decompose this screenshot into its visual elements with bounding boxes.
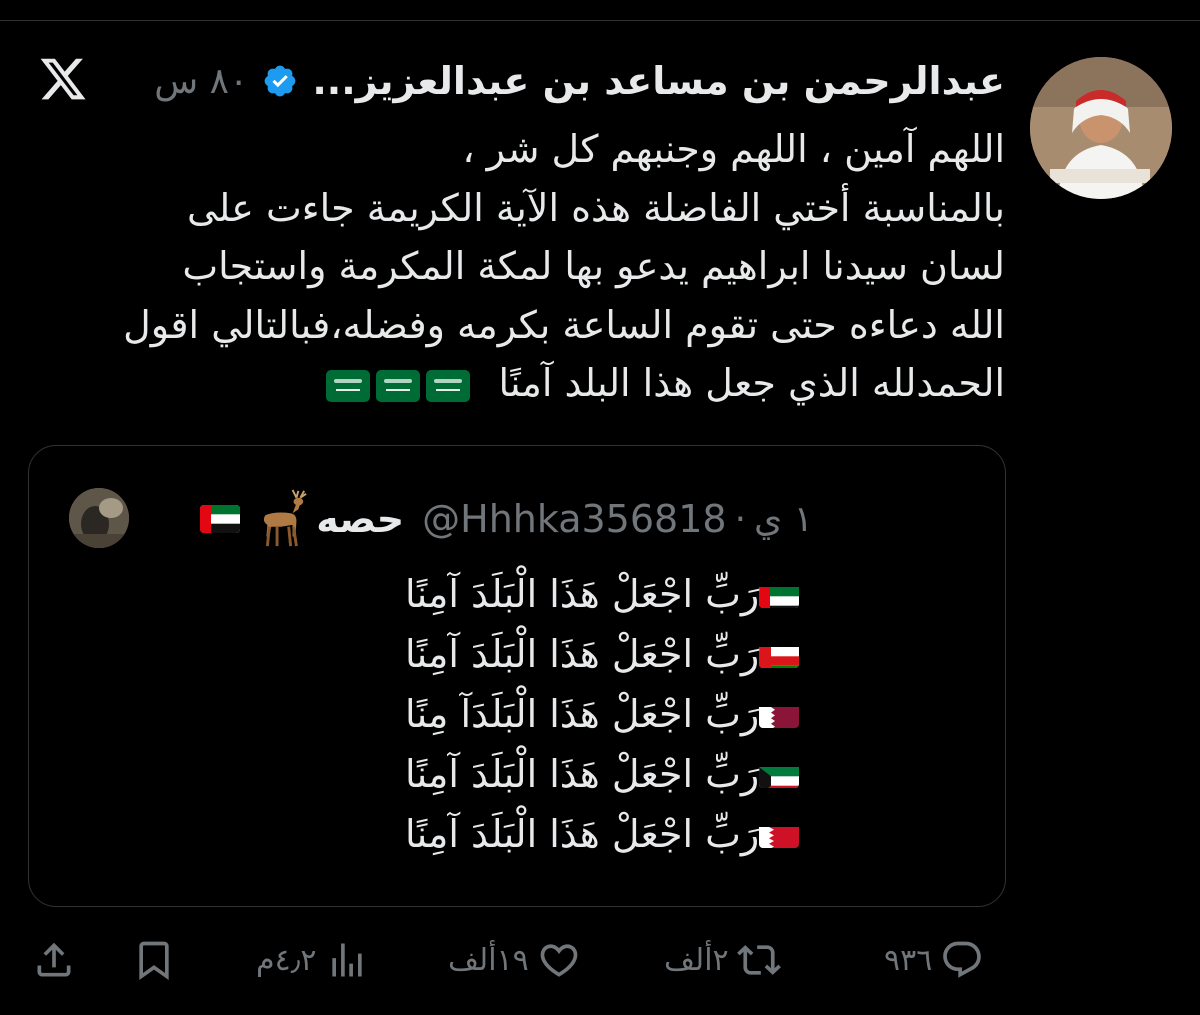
saudi-flags <box>320 361 471 405</box>
like-button[interactable]: ١٩ألف <box>448 930 581 990</box>
quote-line-text: رَبِّ اجْعَلْ هَذَا الْبَلَدَ آمِنًا <box>405 752 760 796</box>
post-header: عبدالرحمن بن مساعد بن عبدالعزيز... ٨٠ س <box>30 50 1005 112</box>
quote-line-text: رَبِّ اجْعَلْ هَذَا الْبَلَدَ آمِنًا <box>405 812 760 856</box>
uae-flag-icon <box>200 505 241 533</box>
post-text: اللهم آمين ، اللهم وجنبهم كل شر ، بالمنا… <box>30 120 1005 413</box>
x-logo-icon[interactable] <box>38 54 88 104</box>
reply-button[interactable]: ٩٣٦ <box>884 930 984 990</box>
author-name[interactable]: عبدالرحمن بن مساعد بن عبدالعزيز... <box>312 59 1005 103</box>
oman-flag-icon <box>759 640 800 668</box>
repost-icon <box>736 945 781 975</box>
quote-name[interactable]: حصه <box>316 497 404 541</box>
quote-line-text: رَبِّ اجْعَلْ هَذَا الْبَلَدَ آمِنًا <box>405 572 760 616</box>
reply-count: ٩٣٦ <box>884 942 933 978</box>
reply-icon <box>943 941 982 978</box>
post-line-last: الحمدلله الذي جعل هذا البلد آمنًا <box>30 354 1005 413</box>
views-icon <box>331 943 362 977</box>
post-line: لسان سيدنا ابراهيم يدعو بها لمكة المكرمة… <box>182 244 1005 288</box>
quoted-post[interactable]: ١ ي · @Hhhka356818 حصه رَبِّ اجْعَلْ هَذ… <box>28 445 1006 907</box>
bookmark-button[interactable] <box>132 930 176 990</box>
deer-icon <box>264 489 307 547</box>
share-icon <box>37 942 71 977</box>
saudi-flag-icon <box>376 369 421 402</box>
post-line: الحمدلله الذي جعل هذا البلد آمنًا <box>498 361 1005 405</box>
repost-count: ٢ألف <box>664 942 729 978</box>
bookmark-icon <box>139 941 169 981</box>
views-count: ٤٫٢م <box>256 942 317 978</box>
author-avatar[interactable] <box>1030 57 1172 199</box>
like-icon <box>540 944 578 977</box>
quote-line: رَبِّ اجْعَلْ هَذَا الْبَلَدَ آمِنًا <box>405 804 965 864</box>
uae-flag-icon <box>759 580 800 608</box>
quote-line: رَبِّ اجْعَلْ هَذَا الْبَلَدَ آمِنًا <box>405 564 965 624</box>
saudi-flag-icon <box>426 369 471 402</box>
kuwait-flag-icon <box>759 760 800 788</box>
quote-handle[interactable]: @Hhhka356818 <box>422 497 726 541</box>
top-divider <box>0 20 1200 21</box>
share-button[interactable] <box>32 930 76 990</box>
quote-line: رَبِّ اجْعَلْ هَذَا الْبَلَدَ آمِنًا <box>405 624 965 684</box>
quote-header: ١ ي · @Hhhka356818 حصه <box>53 484 813 554</box>
like-count: ١٩ألف <box>448 942 529 978</box>
action-bar: ٩٣٦ ٢ألف ١٩ألف ٤٫٢م <box>0 930 1200 990</box>
post-line: بالمناسبة أختي الفاضلة هذه الآية الكريمة… <box>186 185 1005 230</box>
post-time[interactable]: ٨٠ س <box>154 61 248 102</box>
quote-text: رَبِّ اجْعَلْ هَذَا الْبَلَدَ آمِنًا رَب… <box>405 564 965 864</box>
qatar-flag-icon <box>759 700 800 728</box>
verified-badge-icon <box>264 65 296 97</box>
separator-dot: · <box>734 498 747 540</box>
quote-line: رَبِّ اجْعَلْ هَذَا الْبَلَدَ آمِنًا <box>405 744 965 804</box>
quote-line-text: رَبِّ اجْعَلْ هَذَا الْبَلَدَآ مِنًا <box>405 692 760 736</box>
saudi-flag-icon <box>326 369 371 402</box>
quote-time[interactable]: ١ ي <box>754 499 813 540</box>
post-line: الله دعاءه حتى تقوم الساعة بكرمه وفضله،ف… <box>123 302 1005 347</box>
post-line: اللهم آمين ، اللهم وجنبهم كل شر ، <box>462 127 1005 171</box>
quote-line: رَبِّ اجْعَلْ هَذَا الْبَلَدَآ مِنًا <box>405 684 965 744</box>
bahrain-flag-icon <box>759 820 800 848</box>
views-button[interactable]: ٤٫٢م <box>256 930 369 990</box>
repost-button[interactable]: ٢ألف <box>664 930 781 990</box>
quote-line-text: رَبِّ اجْعَلْ هَذَا الْبَلَدَ آمِنًا <box>405 632 760 676</box>
